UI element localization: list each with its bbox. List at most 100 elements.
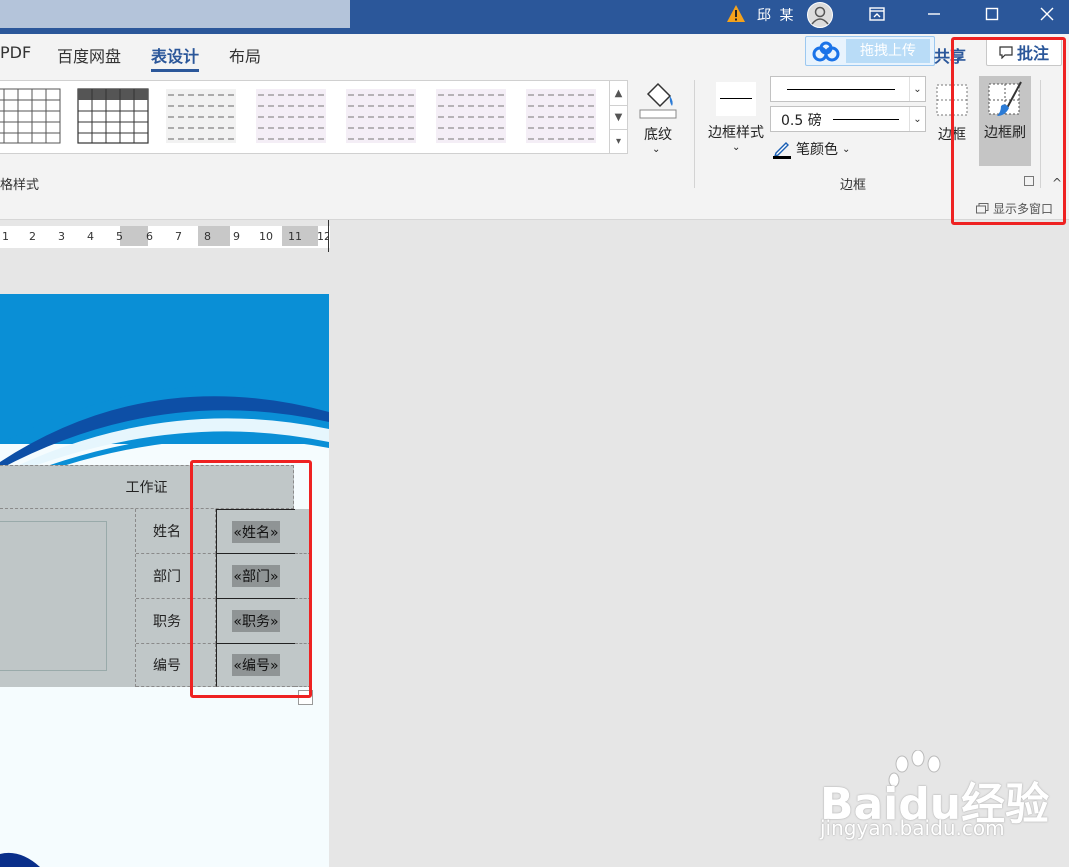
table-style-option[interactable] (524, 85, 598, 147)
line-style-sample (787, 89, 895, 90)
name-value-cell[interactable]: «姓名» (216, 509, 295, 554)
pen-color-label: 笔颜色 (796, 142, 838, 158)
share-button[interactable]: 共享 (934, 43, 966, 67)
chevron-down-icon: ▼ (614, 112, 623, 123)
avatar-icon[interactable] (806, 1, 834, 29)
baidu-cloud-icon (812, 41, 840, 62)
table-resize-handle[interactable] (298, 690, 313, 705)
table-style-option[interactable] (434, 85, 508, 147)
department-label-cell[interactable]: 部门 (136, 554, 216, 599)
ruler-number: 3 (58, 230, 65, 243)
ruler-number: 10 (259, 230, 273, 243)
minimize-button[interactable] (912, 0, 956, 28)
warning-icon[interactable] (726, 4, 746, 24)
chevron-down-icon: ⌄ (842, 143, 851, 155)
paint-bucket-icon (639, 82, 677, 119)
ruler-margin-marker[interactable] (198, 226, 230, 246)
number-merge-field[interactable]: «编号» (232, 654, 280, 676)
table-style-option[interactable] (164, 85, 238, 147)
table-cell[interactable] (295, 644, 311, 687)
name-merge-field[interactable]: «姓名» (232, 520, 280, 543)
position-merge-field[interactable]: «职务» (232, 610, 280, 632)
show-multiple-windows-button[interactable]: 显示多窗口 (976, 200, 1053, 217)
maximize-icon (985, 7, 999, 21)
user-name[interactable]: 邱 某 (757, 5, 795, 25)
table-style-option[interactable] (76, 85, 150, 147)
border-styles-label: 边框样式 (708, 125, 764, 141)
tab-baidu-netdisk[interactable]: 百度网盘 (57, 43, 121, 67)
gallery-scroll-down-button[interactable]: ▼ (609, 105, 627, 129)
maximize-button[interactable] (970, 0, 1014, 28)
number-label-cell[interactable]: 编号 (136, 644, 216, 687)
close-icon (1040, 7, 1054, 21)
department-label: 部门 (153, 569, 181, 585)
chevron-down-icon: ⌄ (909, 77, 925, 101)
table-cell[interactable] (295, 599, 311, 644)
baidu-jingyan-watermark: Baidu经验 jingyan.baidu.com (818, 750, 1058, 850)
ruler-number: 8 (204, 230, 211, 243)
ruler-number: 9 (233, 230, 240, 243)
ribbon: PDF 百度网盘 表设计 布局 拖拽上传 共享 批注 ▲ ▼ ▾ 格样式 底纹 … (0, 34, 1069, 220)
borders-icon (936, 84, 968, 116)
watermark-url: jingyan.baidu.com (820, 816, 1005, 840)
department-value-cell[interactable]: «部门» (216, 554, 295, 599)
ruler-number: 2 (29, 230, 36, 243)
horizontal-ruler[interactable]: 1 2 3 4 5 6 7 8 9 10 11 12 (0, 226, 330, 248)
table-style-dashed-icon (166, 89, 236, 143)
position-label-cell[interactable]: 职务 (136, 599, 216, 644)
tab-layout[interactable]: 布局 (229, 43, 261, 67)
table-style-option[interactable] (254, 85, 328, 147)
borders-dialog-launcher[interactable] (1024, 176, 1034, 186)
border-styles-button[interactable]: 边框样式 ⌄ (704, 80, 768, 160)
line-weight-dropdown[interactable]: 0.5 磅 ⌄ (770, 106, 926, 132)
drag-upload-label: 拖拽上传 (846, 39, 930, 63)
group-divider (694, 80, 695, 188)
department-merge-field[interactable]: «部门» (232, 565, 280, 587)
table-style-option[interactable] (0, 85, 62, 147)
tab-table-design[interactable]: 表设计 (151, 43, 200, 72)
comments-label: 批注 (1016, 44, 1049, 63)
table-style-option[interactable] (344, 85, 418, 147)
pen-color-button[interactable]: 笔颜色 ⌄ (772, 138, 850, 160)
id-card-table[interactable]: 工作证 姓名 «姓名» 部门 «部门» 职务 «职务» 编号 «编号» (0, 465, 311, 687)
comments-button[interactable]: 批注 (986, 38, 1062, 66)
ruler-number: 11 (288, 230, 302, 243)
table-cell[interactable] (295, 554, 311, 599)
comment-icon (999, 46, 1013, 59)
shading-button[interactable]: 底纹 ⌄ (636, 80, 680, 160)
line-weight-sample (833, 119, 899, 120)
borders-label: 边框 (938, 127, 966, 143)
chevron-down-icon: ⌄ (909, 107, 925, 131)
gallery-scroll-up-button[interactable]: ▲ (609, 81, 627, 105)
line-style-dropdown[interactable]: ⌄ (770, 76, 926, 102)
drag-upload-button[interactable]: 拖拽上传 (805, 36, 935, 66)
border-style-preview-icon (716, 82, 756, 116)
name-label-cell[interactable]: 姓名 (136, 509, 216, 554)
search-box[interactable] (0, 0, 350, 28)
card-title-cell[interactable]: 工作证 (0, 465, 294, 509)
ruler-margin-marker[interactable] (120, 226, 148, 246)
position-value-cell[interactable]: «职务» (216, 599, 295, 644)
collapse-ribbon-button[interactable]: ^ (1052, 176, 1062, 190)
borders-button[interactable]: 边框 (932, 80, 972, 160)
table-style-dashed-icon (256, 89, 326, 143)
photo-cell[interactable] (0, 509, 136, 687)
tab-pdf[interactable]: PDF (0, 43, 31, 62)
windows-icon (976, 203, 989, 214)
close-button[interactable] (1025, 0, 1069, 28)
table-cell[interactable] (295, 509, 311, 554)
table-style-grid-icon (77, 88, 149, 144)
number-value-cell[interactable]: «编号» (216, 644, 295, 687)
ribbon-display-options-button[interactable] (855, 0, 899, 28)
number-label: 编号 (153, 658, 181, 674)
position-label: 职务 (153, 614, 181, 630)
pen-icon (773, 142, 791, 159)
border-painter-button[interactable]: 边框刷 (979, 76, 1031, 166)
ruler-number: 7 (175, 230, 182, 243)
title-bar: 邱 某 (0, 0, 1069, 34)
gallery-more-button[interactable]: ▾ (609, 129, 627, 153)
ruler-edge (328, 220, 329, 252)
photo-placeholder[interactable] (0, 521, 107, 671)
chevron-down-icon: ⌄ (652, 144, 661, 155)
line-weight-value: 0.5 磅 (781, 113, 822, 129)
